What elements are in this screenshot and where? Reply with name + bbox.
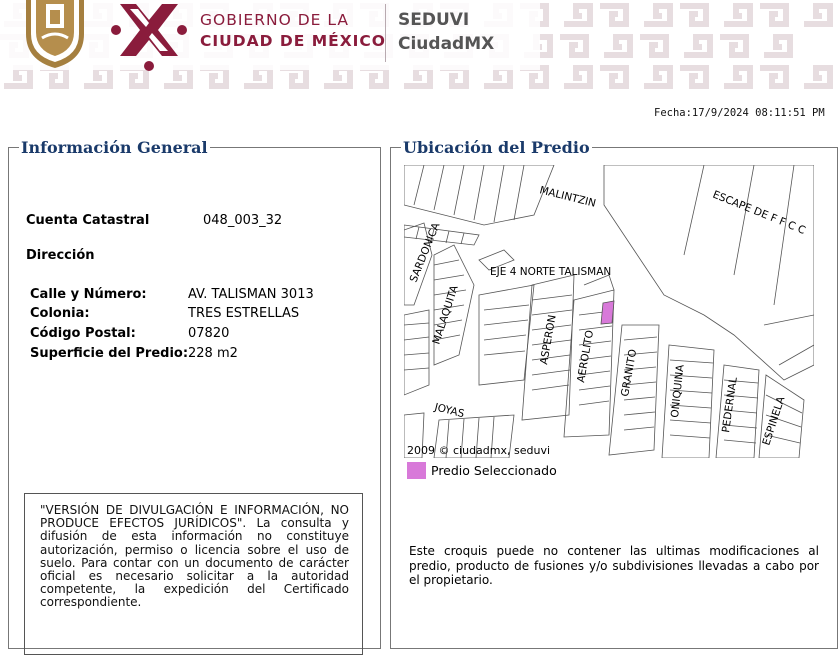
street-label-escape: ESCAPE DE F F C C [711,189,807,237]
disclaimer-box: "VERSIÓN DE DIVULGACIÓN E INFORMACIÓN, N… [24,493,363,655]
header-banner: GOBIERNO DE LA CIUDAD DE MÉXICO SEDUVI C… [0,0,840,92]
superficie-value: 228 m2 [188,346,238,361]
direccion-label: Dirección [26,248,95,263]
cuenta-catastral-value: 048_003_32 [203,213,283,228]
ubicacion-title: Ubicación del Predio [401,138,592,158]
agency-name: SEDUVI CiudadMX [398,8,494,56]
location-map[interactable]: MALINTZIN ESCAPE DE F F C C EJE 4 NORTE … [404,165,814,458]
legend-swatch [407,462,426,479]
street-label-malaquita: MALAQUITA [430,283,461,346]
agency-line-1: SEDUVI [398,10,470,30]
header-divider [385,4,386,62]
legend-label: Predio Seleccionado [431,463,557,478]
street-label-asperon: ASPERON [538,314,559,366]
agency-line-2: CiudadMX [398,34,495,54]
gov-line-2: CIUDAD DE MÉXICO [200,32,386,50]
cdmx-shield-icon [26,0,84,68]
street-label-joyas: JOYAS [432,401,466,420]
cdmx-government-logo-icon [111,4,187,71]
street-label-granito: GRANITO [619,348,639,397]
street-label-eje4: EJE 4 NORTE TALISMAN [490,266,611,278]
date-stamp: Fecha:17/9/2024 08:11:51 PM [654,107,825,119]
info-general-title: Información General [19,138,210,158]
calle-value: AV. TALISMAN 3013 [188,287,314,302]
map-note: Este croquis puede no contener las ultim… [409,544,819,587]
gov-line-1: GOBIERNO DE LA [200,11,349,29]
superficie-label: Superficie del Predio: [30,346,189,361]
selected-parcel[interactable] [600,300,615,325]
colonia-value: TRES ESTRELLAS [188,306,300,321]
codigo-postal-value: 07820 [188,326,230,341]
street-label-malintzin: MALINTZIN [538,184,597,210]
disclaimer-text: "VERSIÓN DE DIVULGACIÓN E INFORMACIÓN, N… [40,503,349,610]
codigo-postal-label: Código Postal: [30,326,136,341]
map-copyright: 2009 © ciudadmx, seduvi [407,444,551,457]
street-label-aerolito: AEROLITO [575,329,596,383]
colonia-label: Colonia: [30,306,90,321]
cuenta-catastral-label: Cuenta Catastral [26,213,150,228]
street-label-pedernal: PEDERNAL [720,376,740,433]
government-name: GOBIERNO DE LA CIUDAD DE MÉXICO [200,10,386,52]
map-canvas: MALINTZIN ESCAPE DE F F C C EJE 4 NORTE … [404,165,814,458]
calle-label: Calle y Número: [30,287,147,302]
